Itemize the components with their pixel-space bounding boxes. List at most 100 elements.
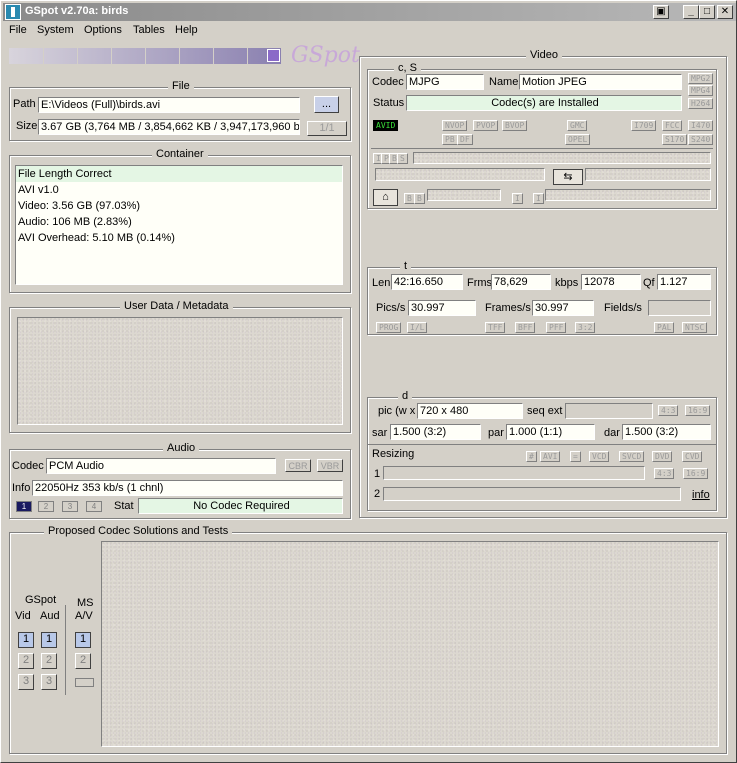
page-indicator[interactable]: 1/1 — [307, 121, 347, 136]
frame-i-button-1[interactable]: I — [512, 193, 523, 204]
audio-stat-field: No Codec Required — [138, 498, 343, 514]
bff-flag: BFF — [515, 322, 536, 333]
list-item[interactable]: AVI v1.0 — [16, 182, 342, 198]
video-name-field: Motion JPEG — [519, 74, 682, 90]
frame-type-s[interactable]: S — [397, 153, 408, 164]
gspot-vid-3-button[interactable]: 3 — [18, 674, 34, 690]
av-label: A/V — [75, 610, 93, 622]
frame-b-button-2[interactable]: B — [414, 193, 425, 204]
container-list[interactable]: File Length Correct AVI v1.0 Video: 3.56… — [15, 165, 343, 285]
par-field: 1.000 (1:1) — [506, 424, 595, 440]
frame-bar-top — [413, 152, 711, 164]
timing-subgroup-title: t — [400, 260, 412, 272]
df-flag: DF — [457, 134, 473, 145]
proposed-results-area[interactable] — [101, 541, 719, 747]
pics-field: 30.997 — [408, 300, 476, 316]
seqext-field — [565, 403, 653, 419]
frame-bar-b — [427, 189, 501, 201]
list-item[interactable]: File Length Correct — [16, 166, 342, 182]
gspot-vid-2-button[interactable]: 2 — [18, 653, 34, 669]
bvop-flag: BVOP — [502, 120, 528, 131]
seqext-label: seq ext — [527, 405, 563, 417]
title-bar[interactable]: GSpot v2.70a: birds ▣ _ □ ✕ — [3, 3, 736, 21]
ms-av-slot[interactable] — [75, 678, 94, 687]
minimize-button[interactable]: _ — [683, 5, 699, 19]
audio-info-label: Info — [12, 482, 31, 494]
gspot-aud-3-button[interactable]: 3 — [41, 674, 57, 690]
resize-row1-field — [383, 466, 645, 480]
menu-system[interactable]: System — [37, 24, 74, 36]
audio-tab-3[interactable]: 3 — [62, 501, 78, 512]
ms-label: MS — [77, 597, 94, 609]
window-title: GSpot v2.70a: birds — [25, 5, 129, 17]
ntsc-flag: NTSC — [682, 322, 708, 333]
pulldown-flag: 3:2 — [575, 322, 596, 333]
file-group-title: File — [168, 80, 194, 92]
path-field[interactable]: E:\Videos (Full)\birds.avi — [38, 97, 300, 113]
len-field: 42:16.650 — [391, 274, 463, 290]
vbr-button[interactable]: VBR — [317, 459, 343, 472]
nvop-flag: NVOP — [442, 120, 468, 131]
resize-avi-button[interactable]: AVI — [540, 451, 561, 462]
list-item[interactable]: Audio: 106 MB (2.83%) — [16, 214, 342, 230]
close-button[interactable]: ✕ — [717, 5, 733, 19]
frame-bar-i — [545, 189, 711, 201]
pvop-flag: PVOP — [473, 120, 499, 131]
i470-flag: I470 — [688, 120, 714, 131]
fields-field — [648, 300, 711, 316]
pff-flag: PFF — [546, 322, 567, 333]
resize-row2-field — [383, 487, 681, 501]
ar-16-9-tag: 16:9 — [685, 405, 711, 416]
ms-av-2-button[interactable]: 2 — [75, 653, 91, 669]
audio-info-field: 22050Hz 353 kb/s (1 chnl) — [32, 480, 343, 496]
info-link[interactable]: info — [692, 489, 710, 501]
resize-equal-button[interactable]: = — [570, 451, 581, 462]
pal-flag: PAL — [654, 322, 675, 333]
frame-bar-left — [375, 168, 545, 181]
browse-button[interactable]: ... — [314, 96, 339, 113]
resize-hash-button[interactable]: # — [526, 451, 537, 462]
resize-svcd-button[interactable]: SVCD — [619, 451, 645, 462]
menu-tables[interactable]: Tables — [133, 24, 165, 36]
resize-4-3-tag: 4:3 — [654, 468, 675, 479]
s170-flag: S170 — [662, 134, 688, 145]
dimension-subgroup-title: d — [398, 390, 413, 402]
audio-codec-field: PCM Audio — [46, 458, 276, 474]
prog-flag: PROG — [376, 322, 402, 333]
list-item[interactable]: AVI Overhead: 5.10 MB (0.14%) — [16, 230, 342, 246]
menu-help[interactable]: Help — [175, 24, 198, 36]
mpg4-tag: MPG4 — [688, 85, 714, 96]
frame-i-button-2[interactable]: I — [533, 193, 544, 204]
gspot-aud-1-button[interactable]: 1 — [41, 632, 57, 648]
audio-tab-2[interactable]: 2 — [38, 501, 54, 512]
qf-field: 1.127 — [657, 274, 711, 290]
restore-button[interactable]: ▣ — [653, 5, 669, 19]
pics-label: Pics/s — [376, 302, 406, 314]
userdata-area[interactable] — [17, 317, 343, 425]
audio-tab-4[interactable]: 4 — [86, 501, 102, 512]
dar-label: dar — [604, 427, 620, 439]
video-status-field: Codec(s) are Installed — [406, 95, 682, 111]
ms-av-1-button[interactable]: 1 — [75, 632, 91, 648]
aud-label: Aud — [40, 610, 60, 622]
gspot-aud-2-button[interactable]: 2 — [41, 653, 57, 669]
menu-file[interactable]: File — [9, 24, 27, 36]
frame-seek-icon[interactable]: ⇆ — [553, 169, 583, 185]
audio-tab-1[interactable]: 1 — [16, 501, 32, 512]
frame-capture-icon[interactable]: ⌂ — [373, 189, 398, 206]
video-name-label: Name — [489, 76, 519, 88]
cbr-button[interactable]: CBR — [285, 459, 311, 472]
resize-cvd-button[interactable]: CVD — [682, 451, 703, 462]
proposed-group-title: Proposed Codec Solutions and Tests — [44, 525, 233, 537]
resize-dvd-button[interactable]: DVD — [652, 451, 673, 462]
resize-vcd-button[interactable]: VCD — [589, 451, 610, 462]
list-item[interactable]: Video: 3.56 GB (97.03%) — [16, 198, 342, 214]
vid-label: Vid — [15, 610, 31, 622]
tff-flag: TFF — [485, 322, 506, 333]
menu-options[interactable]: Options — [84, 24, 122, 36]
gspot-vid-1-button[interactable]: 1 — [18, 632, 34, 648]
maximize-button[interactable]: □ — [699, 5, 715, 19]
audio-stat-label: Stat — [114, 500, 134, 512]
kbps-field: 12078 — [581, 274, 641, 290]
video-status-label: Status — [373, 97, 405, 109]
